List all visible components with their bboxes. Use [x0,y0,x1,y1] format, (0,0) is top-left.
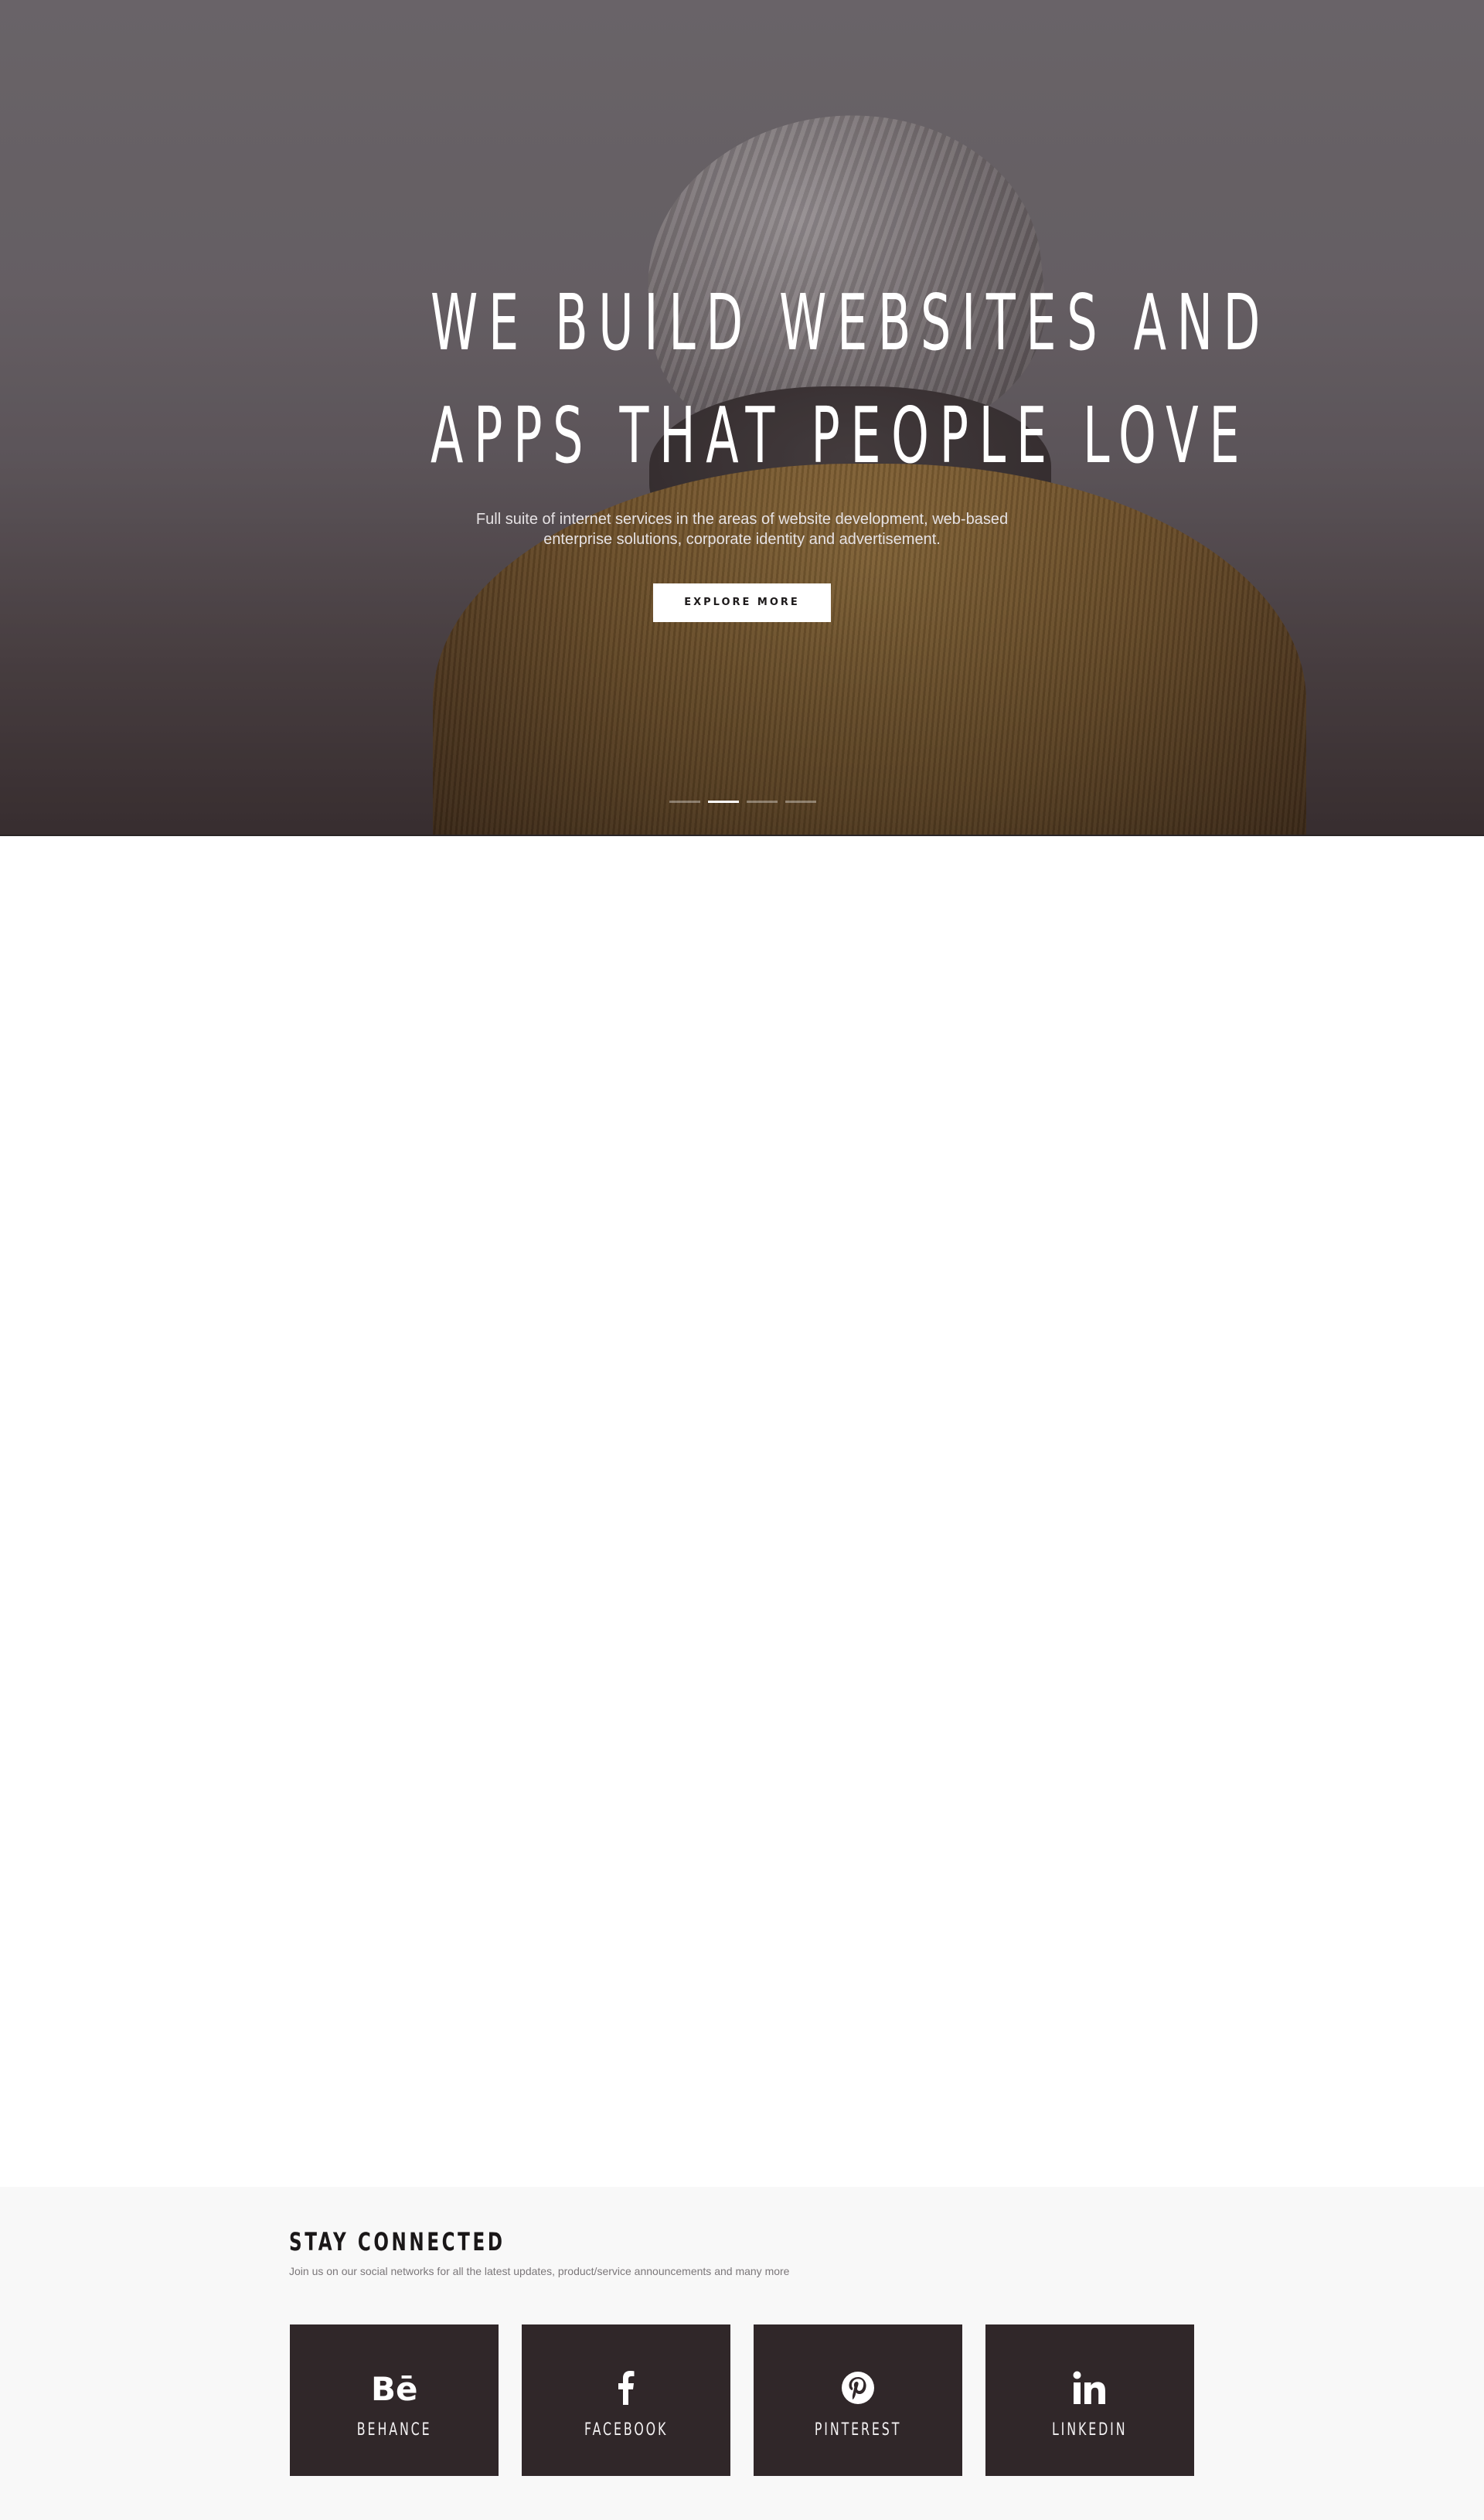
facebook-link[interactable]: FACEBOOK [522,2324,730,2476]
behance-link[interactable]: Bē BEHANCE [290,2324,499,2476]
facebook-icon [617,2366,635,2409]
hero-title-line-1: WE BUILD WEBSITES AND [431,277,1271,368]
slider-dot-2[interactable] [708,801,739,803]
slider-dot-4[interactable] [785,801,816,803]
hero-section: WE BUILD WEBSITES AND APPS THAT PEOPLE L… [0,0,1484,836]
slider-dot-1[interactable] [669,801,700,803]
linkedin-link[interactable]: LINKEDIN [985,2324,1194,2476]
pinterest-link[interactable]: PINTEREST [754,2324,962,2476]
hero-subtitle: Full suite of internet services in the a… [448,509,1036,549]
linkedin-icon [1073,2366,1107,2409]
stay-connected-section: STAY CONNECTED Join us on our social net… [0,2187,1484,2520]
pinterest-icon [841,2366,875,2409]
hero-title: WE BUILD WEBSITES AND APPS THAT PEOPLE L… [431,267,1271,492]
stay-connected-subtitle: Join us on our social networks for all t… [289,2265,790,2277]
slider-dot-3[interactable] [747,801,778,803]
hero-subtitle-line-2: enterprise solutions, corporate identity… [543,531,941,548]
social-links: Bē BEHANCE FACEBOOK PINTEREST LINKEDIN [290,2324,1194,2476]
stay-connected-title: STAY CONNECTED [289,2227,505,2256]
slider-pagination [669,801,816,803]
facebook-label: FACEBOOK [584,2420,669,2440]
svg-text:Bē: Bē [371,2371,417,2405]
hero-title-line-2: APPS THAT PEOPLE LOVE [431,390,1251,481]
behance-label: BEHANCE [356,2420,432,2440]
linkedin-label: LINKEDIN [1052,2420,1128,2440]
hero-content: WE BUILD WEBSITES AND APPS THAT PEOPLE L… [0,267,1484,622]
hero-subtitle-line-1: Full suite of internet services in the a… [475,511,1009,528]
behance-icon: Bē [371,2366,417,2409]
explore-more-button[interactable]: EXPLORE MORE [653,583,831,622]
pinterest-label: PINTEREST [814,2420,902,2440]
